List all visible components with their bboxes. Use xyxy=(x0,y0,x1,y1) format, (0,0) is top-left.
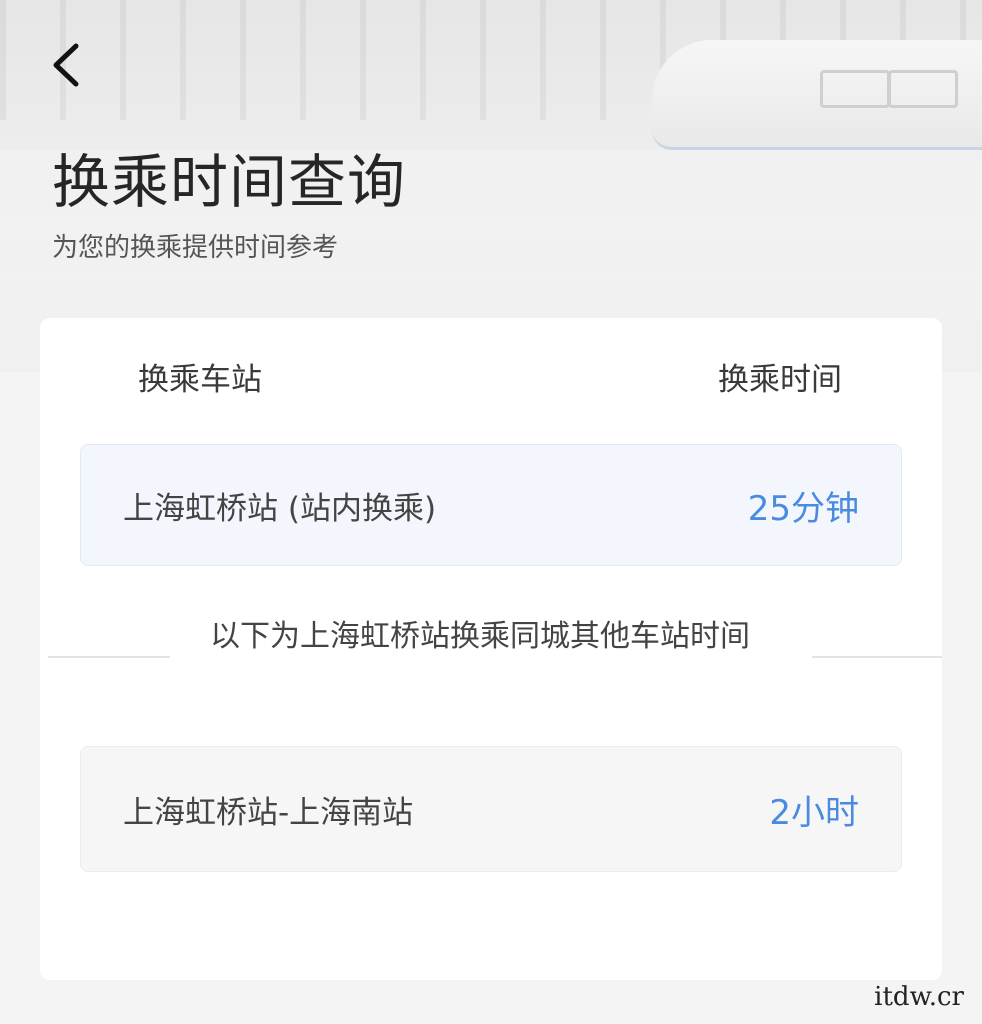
chevron-left-icon xyxy=(53,43,79,87)
transfer-row[interactable]: 上海虹桥站-上海南站 2小时 xyxy=(80,746,902,872)
transfer-station-name: 上海虹桥站 (站内换乘) xyxy=(123,490,437,527)
page-title: 换乘时间查询 xyxy=(52,148,407,216)
transfer-station-name: 上海虹桥站-上海南站 xyxy=(123,794,414,831)
section-divider-text: 以下为上海虹桥站换乘同城其他车站时间 xyxy=(210,619,750,654)
transfer-time-value: 25分钟 xyxy=(747,488,859,529)
train-window xyxy=(888,70,958,108)
transfer-card: 换乘车站 换乘时间 上海虹桥站 (站内换乘) 25分钟 以下为上海虹桥站换乘同城… xyxy=(40,318,942,980)
column-header-station: 换乘车站 xyxy=(138,362,262,398)
watermark-text: itdw.cr xyxy=(874,982,964,1012)
column-header-time: 换乘时间 xyxy=(718,362,842,398)
train-window xyxy=(820,70,890,108)
page-subtitle: 为您的换乘提供时间参考 xyxy=(52,233,339,263)
transfer-time-value: 2小时 xyxy=(769,792,859,833)
divider-line-left xyxy=(48,656,170,658)
divider-line-right xyxy=(812,656,942,658)
transfer-row[interactable]: 上海虹桥站 (站内换乘) 25分钟 xyxy=(80,444,902,566)
back-button[interactable] xyxy=(46,40,90,90)
